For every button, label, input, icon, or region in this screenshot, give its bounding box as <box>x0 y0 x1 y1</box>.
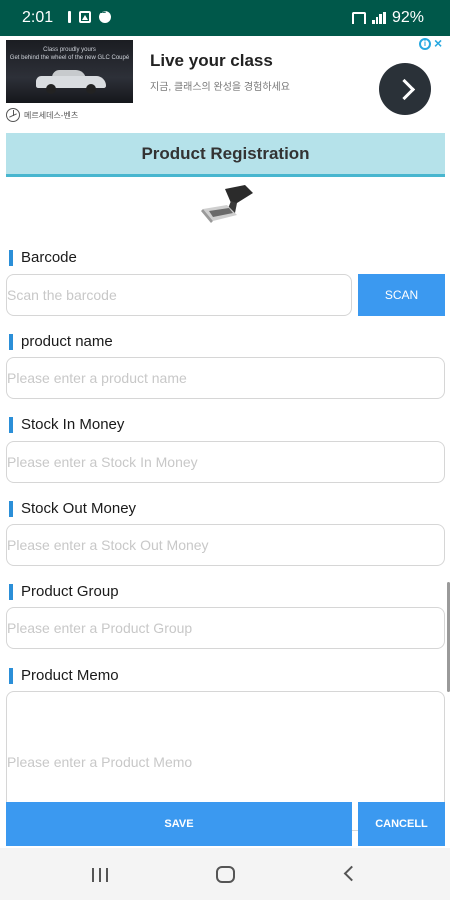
alert-icon <box>68 11 71 23</box>
brand-logo-icon <box>6 108 20 122</box>
save-button[interactable]: SAVE <box>6 802 352 846</box>
ad-open-button[interactable] <box>379 63 431 115</box>
page-header: Product Registration <box>6 133 445 175</box>
stock-in-label: Stock In Money <box>9 416 124 433</box>
cancel-button[interactable]: CANCELL <box>358 802 445 846</box>
gallery-icon <box>79 11 91 23</box>
recents-icon[interactable] <box>92 868 108 882</box>
signal-icon <box>371 12 386 24</box>
battery-percent: 92% <box>391 9 424 26</box>
barcode-input[interactable] <box>6 274 352 316</box>
header-divider <box>6 174 445 177</box>
product-memo-label: Product Memo <box>9 667 119 684</box>
status-notification-icons <box>68 5 111 23</box>
wifi-icon <box>351 12 366 24</box>
ad-brand: 메르세데스-벤츠 <box>6 108 78 122</box>
ad-banner[interactable]: Class proudly yours Get behind the wheel… <box>0 36 450 128</box>
screen: 2:01 92% Class proudly yours Get behind … <box>0 0 450 900</box>
navigation-bar <box>0 848 450 900</box>
ad-subtitle: 지금, 클래스의 완성을 경험하세요 <box>150 82 290 93</box>
stock-out-input[interactable] <box>6 524 445 566</box>
status-right: 92% <box>351 9 424 27</box>
ad-title[interactable]: Live your class <box>150 51 273 71</box>
car-image <box>36 70 106 94</box>
status-time: 2:01 <box>22 9 54 26</box>
ad-image-caption: Class proudly yours Get behind the wheel… <box>9 47 130 61</box>
product-group-input[interactable] <box>6 607 445 649</box>
barcode-label: Barcode <box>9 249 77 266</box>
product-name-label: product name <box>9 333 113 350</box>
ad-choices-icon[interactable]: i <box>419 38 431 50</box>
stock-in-input[interactable] <box>6 441 445 483</box>
page-title: Product Registration <box>141 144 310 163</box>
status-bar: 2:01 92% <box>0 0 450 36</box>
home-icon[interactable] <box>216 866 235 883</box>
barcode-scanner-icon <box>201 185 253 223</box>
message-icon <box>99 5 111 23</box>
product-name-input[interactable] <box>6 357 445 399</box>
ad-image[interactable]: Class proudly yours Get behind the wheel… <box>6 40 133 103</box>
product-group-label: Product Group <box>9 583 119 600</box>
back-icon[interactable] <box>343 865 360 882</box>
ad-brand-name: 메르세데스-벤츠 <box>24 110 79 120</box>
stock-out-label: Stock Out Money <box>9 500 136 517</box>
close-icon[interactable]: × <box>434 36 446 50</box>
scan-button[interactable]: SCAN <box>358 274 445 316</box>
